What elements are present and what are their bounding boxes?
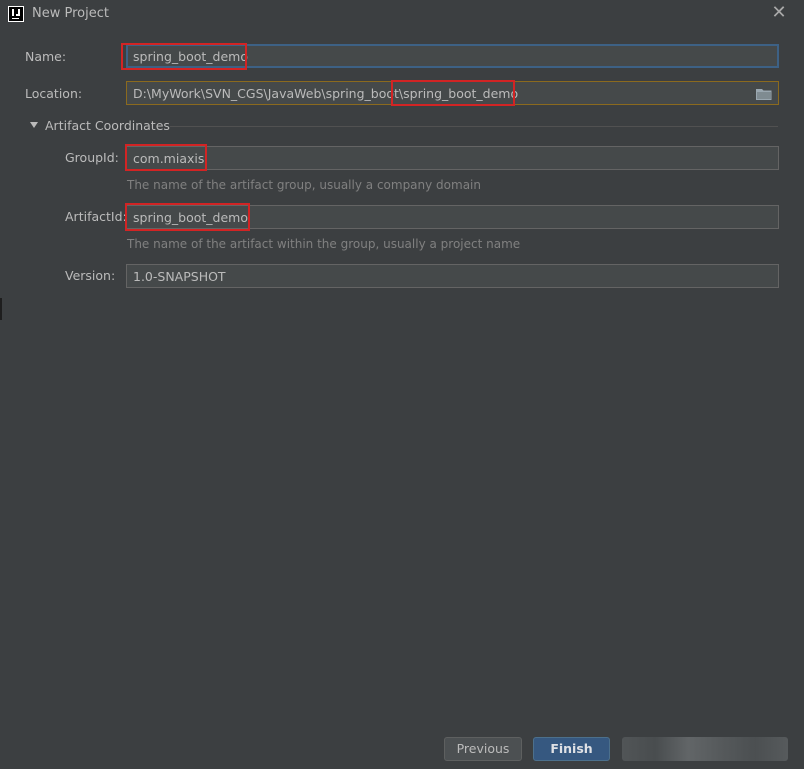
artifactid-label: ArtifactId: [65,209,127,224]
folder-icon[interactable] [756,88,772,100]
groupid-input[interactable] [126,146,779,170]
artifactid-input[interactable] [126,205,779,229]
artifactid-hint: The name of the artifact within the grou… [127,237,521,251]
section-title: Artifact Coordinates [45,118,170,133]
name-label: Name: [25,49,67,64]
version-input[interactable] [126,264,779,288]
location-label: Location: [25,86,83,101]
location-input[interactable] [126,81,779,105]
previous-button[interactable]: Previous [444,737,522,761]
section-divider [170,126,778,127]
name-input[interactable] [126,44,779,68]
finish-button[interactable]: Finish [533,737,610,761]
version-label: Version: [65,268,116,283]
obscured-buttons [622,737,788,761]
intellij-logo-icon [8,6,24,22]
title-bar: New Project ✕ [0,0,804,28]
groupid-hint: The name of the artifact group, usually … [127,178,481,192]
window-edge-mark [0,298,2,320]
groupid-label: GroupId: [65,150,119,165]
window-title: New Project [32,6,109,21]
triangle-down-icon [30,122,38,128]
close-icon[interactable]: ✕ [770,4,788,22]
